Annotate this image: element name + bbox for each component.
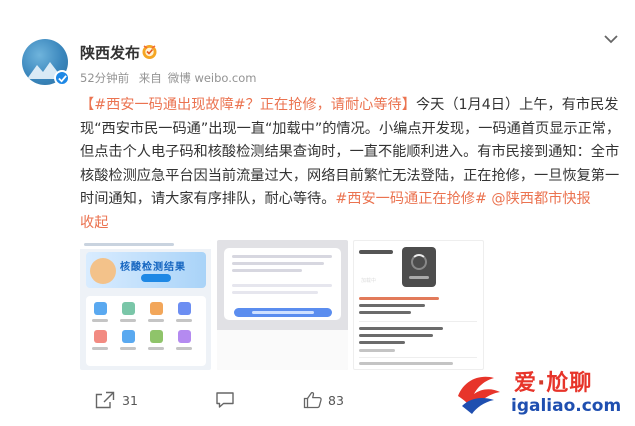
banner-title: 核酸检测结果	[120, 262, 186, 273]
post-source: 微博 weibo.com	[167, 71, 257, 85]
post-text: 【#西安一码通出现故障#？正在抢修，请耐心等待】今天（1月4日）上午，有市民发现…	[80, 94, 628, 235]
like-icon	[303, 392, 322, 409]
watermark-brand: 爱·尬聊	[514, 365, 592, 397]
fold-link[interactable]: 收起	[80, 215, 108, 231]
dialog-confirm-button	[234, 308, 332, 317]
topic-tag-bracket-close: 】	[401, 97, 416, 113]
notice-dialog	[224, 248, 341, 320]
site-watermark: 爱·尬聊 igaliao.com	[454, 362, 632, 424]
like-count: 83	[328, 393, 344, 408]
share-icon	[95, 391, 115, 409]
hashtag-link-2[interactable]: #西安一码通正在抢修#	[335, 191, 486, 207]
mention-link[interactable]: @陕西都市快报	[491, 191, 590, 207]
more-chevron-icon[interactable]	[603, 32, 619, 46]
author-name[interactable]: 陕西发布	[80, 42, 140, 63]
loading-overlay	[402, 247, 436, 287]
banner-figure-icon	[90, 258, 116, 284]
post-source-prefix: 来自	[138, 71, 162, 85]
post-image-1[interactable]: 核酸检测结果	[80, 240, 211, 370]
post-time[interactable]: 52分钟前	[80, 71, 129, 85]
nucleic-test-banner: 核酸检测结果	[86, 252, 206, 288]
loading-label: 加载中	[361, 278, 377, 284]
topic-tag-subtitle: ？正在抢修，请耐心等待	[245, 97, 402, 113]
watermark-brand-a: 爱	[514, 371, 538, 396]
verified-badge-icon	[54, 70, 70, 86]
share-count: 31	[122, 393, 138, 408]
topic-tag-bracket-open: 【	[80, 97, 95, 113]
post-image-2[interactable]	[217, 240, 348, 370]
topic-hashtag-link[interactable]: #西安一码通出现故障#	[94, 97, 245, 113]
comment-icon	[216, 392, 234, 408]
watermark-logo-icon	[458, 376, 500, 414]
weibo-post-card: 陕西发布 52分钟前 来自 微博 weibo.com 【#西安一码通出现故障#？正…	[0, 0, 635, 426]
user-medal-icon[interactable]	[141, 43, 158, 60]
watermark-brand-dot: ·	[537, 371, 547, 396]
post-image-3[interactable]	[353, 240, 484, 370]
watermark-brand-b: 尬聊	[546, 371, 593, 396]
post-meta: 52分钟前 来自 微博 weibo.com	[80, 70, 262, 86]
app-grid	[86, 296, 206, 366]
watermark-url: igaliao.com	[511, 396, 622, 416]
loading-spinner-icon	[411, 254, 427, 270]
